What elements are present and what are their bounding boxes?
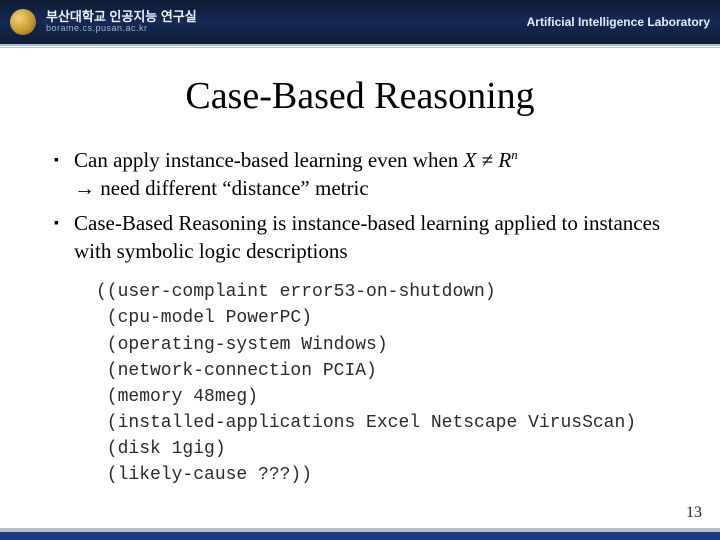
code-line: (cpu-model PowerPC) <box>96 308 312 328</box>
footer-bar <box>0 520 720 540</box>
slide-body: ▪ Can apply instance-based learning even… <box>0 146 720 488</box>
bullet-1-neq: ≠ <box>476 148 498 172</box>
code-line: (network-connection PCIA) <box>96 361 377 381</box>
slide-title: Case-Based Reasoning <box>0 74 720 118</box>
university-logo <box>10 9 36 35</box>
code-line: ((user-complaint error53-on-shutdown) <box>96 282 496 302</box>
code-block: ((user-complaint error53-on-shutdown) (c… <box>96 279 666 488</box>
code-line: (likely-cause ???)) <box>96 465 312 485</box>
code-line: (disk 1gig) <box>96 439 226 459</box>
bullet-1-sup: n <box>511 147 518 162</box>
code-line: (operating-system Windows) <box>96 335 388 355</box>
header-accent-line <box>0 44 720 50</box>
bullet-1-R: R <box>498 148 511 172</box>
bullet-1-pre: Can apply instance-based learning even w… <box>74 148 464 172</box>
footer-blue-line <box>0 532 720 540</box>
org-url: borame.cs.pusan.ac.kr <box>46 24 197 33</box>
bullet-1-line2: need different “distance” metric <box>95 176 369 200</box>
bullet-1-text: Can apply instance-based learning even w… <box>74 146 666 203</box>
bullet-2: ▪ Case-Based Reasoning is instance-based… <box>54 209 666 266</box>
lab-name: Artificial Intelligence Laboratory <box>527 15 710 29</box>
header-bar: 부산대학교 인공지능 연구실 borame.cs.pusan.ac.kr Art… <box>0 0 720 44</box>
bullet-marker-icon: ▪ <box>54 146 74 203</box>
bullet-1: ▪ Can apply instance-based learning even… <box>54 146 666 203</box>
code-line: (installed-applications Excel Netscape V… <box>96 413 636 433</box>
code-line: (memory 48meg) <box>96 387 258 407</box>
org-block: 부산대학교 인공지능 연구실 borame.cs.pusan.ac.kr <box>46 10 197 33</box>
bullet-marker-icon: ▪ <box>54 209 74 266</box>
slide: 부산대학교 인공지능 연구실 borame.cs.pusan.ac.kr Art… <box>0 0 720 540</box>
org-name-kr: 부산대학교 인공지능 연구실 <box>46 10 197 24</box>
bullet-2-text: Case-Based Reasoning is instance-based l… <box>74 209 666 266</box>
bullet-1-X: X <box>464 148 477 172</box>
arrow-icon: → <box>74 176 95 200</box>
